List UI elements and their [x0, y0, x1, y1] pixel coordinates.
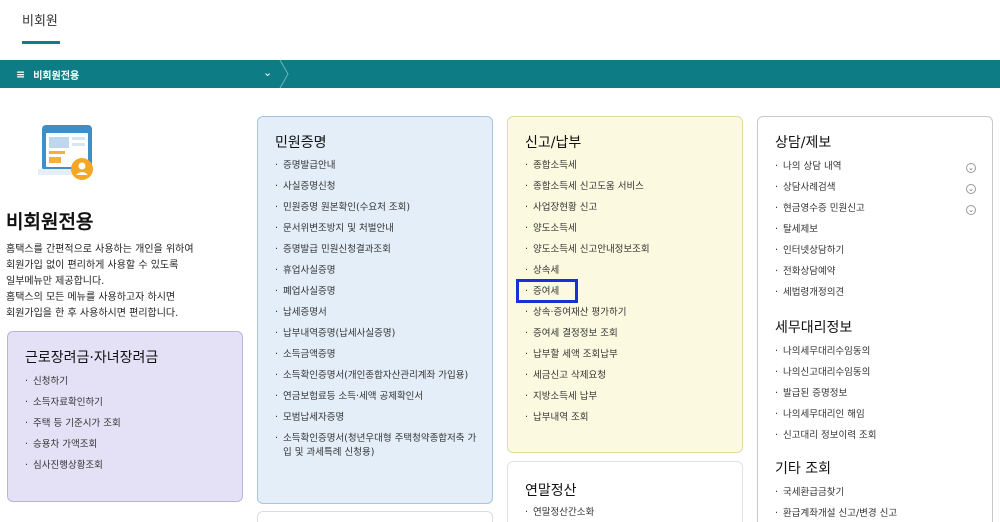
intro-line: 홈택스를 간편적으로 사용하는 개인을 위하여 [6, 244, 194, 255]
expand-circle-icon[interactable]: ⌄ [966, 163, 976, 173]
list-item[interactable]: 승용차 가액조회 [25, 438, 121, 452]
nav-menu-label: 비회원전용 [33, 71, 80, 82]
list-item[interactable]: 폐업사실증명 [275, 285, 480, 299]
intro-line: 회원가입 없이 편리하게 사용할 수 있도록 [6, 260, 179, 271]
list-item[interactable]: 납부할 세액 조회납부 [525, 348, 730, 362]
list-item[interactable]: 사실증명신청 [275, 180, 480, 194]
list-item[interactable]: 나의 상담 내역 [775, 160, 865, 174]
list-item[interactable]: 증여세 결정정보 조회 [525, 327, 730, 341]
list-item[interactable]: 지방소득세 납부 [525, 390, 730, 404]
list-item[interactable]: 나의세무대리수임동의 [775, 345, 876, 359]
list-item[interactable]: 환급계좌개설 신고/변경 신고 [775, 507, 897, 521]
card-title: 상담/제보 [775, 135, 832, 151]
list-item[interactable]: 연금보험료등 소득·세액 공제확인서 [275, 390, 480, 404]
intro-description: 홈택스를 간편적으로 사용하는 개인을 위하여 회원가입 없이 편리하게 사용할… [6, 242, 246, 322]
list-item[interactable]: 심사진행상황조회 [25, 459, 121, 473]
list-item[interactable]: 현금영수증 민원신고 [775, 202, 865, 216]
intro-line: 홈택스의 모든 메뉴를 사용하고자 하시면 [6, 292, 176, 303]
card-yearend: 연말정산 연말정산간소화 [507, 461, 743, 522]
list-item[interactable]: 나의신고대리수임동의 [775, 366, 876, 380]
list-item[interactable]: 소득확인증명서(청년우대형 주택청약종합저축 가입 및 과세특례 신청용) [275, 432, 480, 460]
list-item[interactable]: 납부내역 조회 [525, 411, 730, 425]
list-item[interactable]: 민원증명 원본확인(수요처 조회) [275, 201, 480, 215]
list-item[interactable]: 소득금액증명 [275, 348, 480, 362]
nav-bar: ≡ 비회원전용 ⌄ [0, 60, 1000, 88]
list-item[interactable]: 문서위변조방지 및 처벌안내 [275, 222, 480, 236]
card-title: 기타 조회 [775, 461, 831, 477]
list-item[interactable]: 나의세무대리인 해임 [775, 408, 876, 422]
list-item[interactable]: 종합소득세 신고도움 서비스 [525, 180, 730, 194]
list-item[interactable]: 종합소득세 [525, 159, 730, 173]
card-next-section [257, 511, 493, 522]
selection-highlight [516, 279, 578, 303]
list-item[interactable]: 양도소득세 [525, 222, 730, 236]
list-item[interactable]: 상담사례검색 [775, 181, 865, 195]
list-item[interactable]: 신고대리 정보이력 조회 [775, 429, 876, 443]
card-certificates: 민원증명 증명발급안내 사실증명신청 민원증명 원본확인(수요처 조회) 문서위… [257, 116, 493, 504]
tab-active-indicator [22, 41, 60, 44]
list-item[interactable]: 납세증명서 [275, 306, 480, 320]
chevron-down-icon[interactable]: ⌄ [263, 66, 272, 79]
list-item[interactable]: 탈세제보 [775, 223, 865, 237]
list-item[interactable]: 인터넷상담하기 [775, 244, 865, 258]
list-item[interactable]: 주택 등 기준시가 조회 [25, 417, 121, 431]
intro-line: 회원가입을 한 후 사용하시면 편리합니다. [6, 308, 179, 319]
list-item[interactable]: 신청하기 [25, 375, 121, 389]
intro-line: 일부메뉴만 제공합니다. [6, 276, 105, 287]
page-title: 비회원전용 [6, 211, 94, 233]
expand-circle-icon[interactable]: ⌄ [966, 205, 976, 215]
list-item[interactable]: 세금신고 삭제요청 [525, 369, 730, 383]
list-item[interactable]: 전화상담예약 [775, 265, 865, 279]
list-item[interactable]: 증명발급 민원신청결과조회 [275, 243, 480, 257]
list-item[interactable]: 납부내역증명(납세사실증명) [275, 327, 480, 341]
list-item[interactable]: 세법령개정의견 [775, 286, 865, 300]
expand-circle-icon[interactable]: ⌄ [966, 184, 976, 194]
card-earned-credit: 근로장려금·자녀장려금 신청하기 소득자료확인하기 주택 등 기준시가 조회 승… [7, 331, 243, 502]
menu-icon: ≡ [16, 68, 26, 81]
nav-menu-button[interactable]: ≡ 비회원전용 [16, 67, 79, 82]
list-item[interactable]: 사업장현황 신고 [525, 201, 730, 215]
list-item[interactable]: 증명발급안내 [275, 159, 480, 173]
list-item[interactable]: 상속·증여재산 평가하기 [525, 306, 730, 320]
card-consult: 상담/제보 나의 상담 내역 상담사례검색 현금영수증 민원신고 탈세제보 인터… [757, 116, 993, 522]
list-item[interactable]: 양도소득세 신고안내정보조회 [525, 243, 730, 257]
list-item[interactable]: 소득자료확인하기 [25, 396, 121, 410]
list-item[interactable]: 국세환급금찾기 [775, 486, 897, 500]
card-title: 신고/납부 [525, 135, 582, 151]
list-item[interactable]: 휴업사실증명 [275, 264, 480, 278]
list-item[interactable]: 연말정산간소화 [525, 506, 594, 520]
card-title: 민원증명 [275, 135, 327, 151]
card-title: 연말정산 [525, 483, 577, 499]
tab-nonmember[interactable]: 비회원 [22, 10, 58, 29]
card-title: 세무대리정보 [775, 320, 853, 336]
card-title: 근로장려금·자녀장려금 [25, 350, 159, 366]
nonmember-illustration-icon [38, 125, 93, 180]
list-item[interactable]: 발급된 증명정보 [775, 387, 876, 401]
list-item[interactable]: 소득확인증명서(개인종합자산관리계좌 가입용) [275, 369, 480, 383]
breadcrumb-arrow-icon [279, 60, 289, 88]
list-item[interactable]: 상속세 [525, 264, 730, 278]
list-item[interactable]: 모범납세자증명 [275, 411, 480, 425]
